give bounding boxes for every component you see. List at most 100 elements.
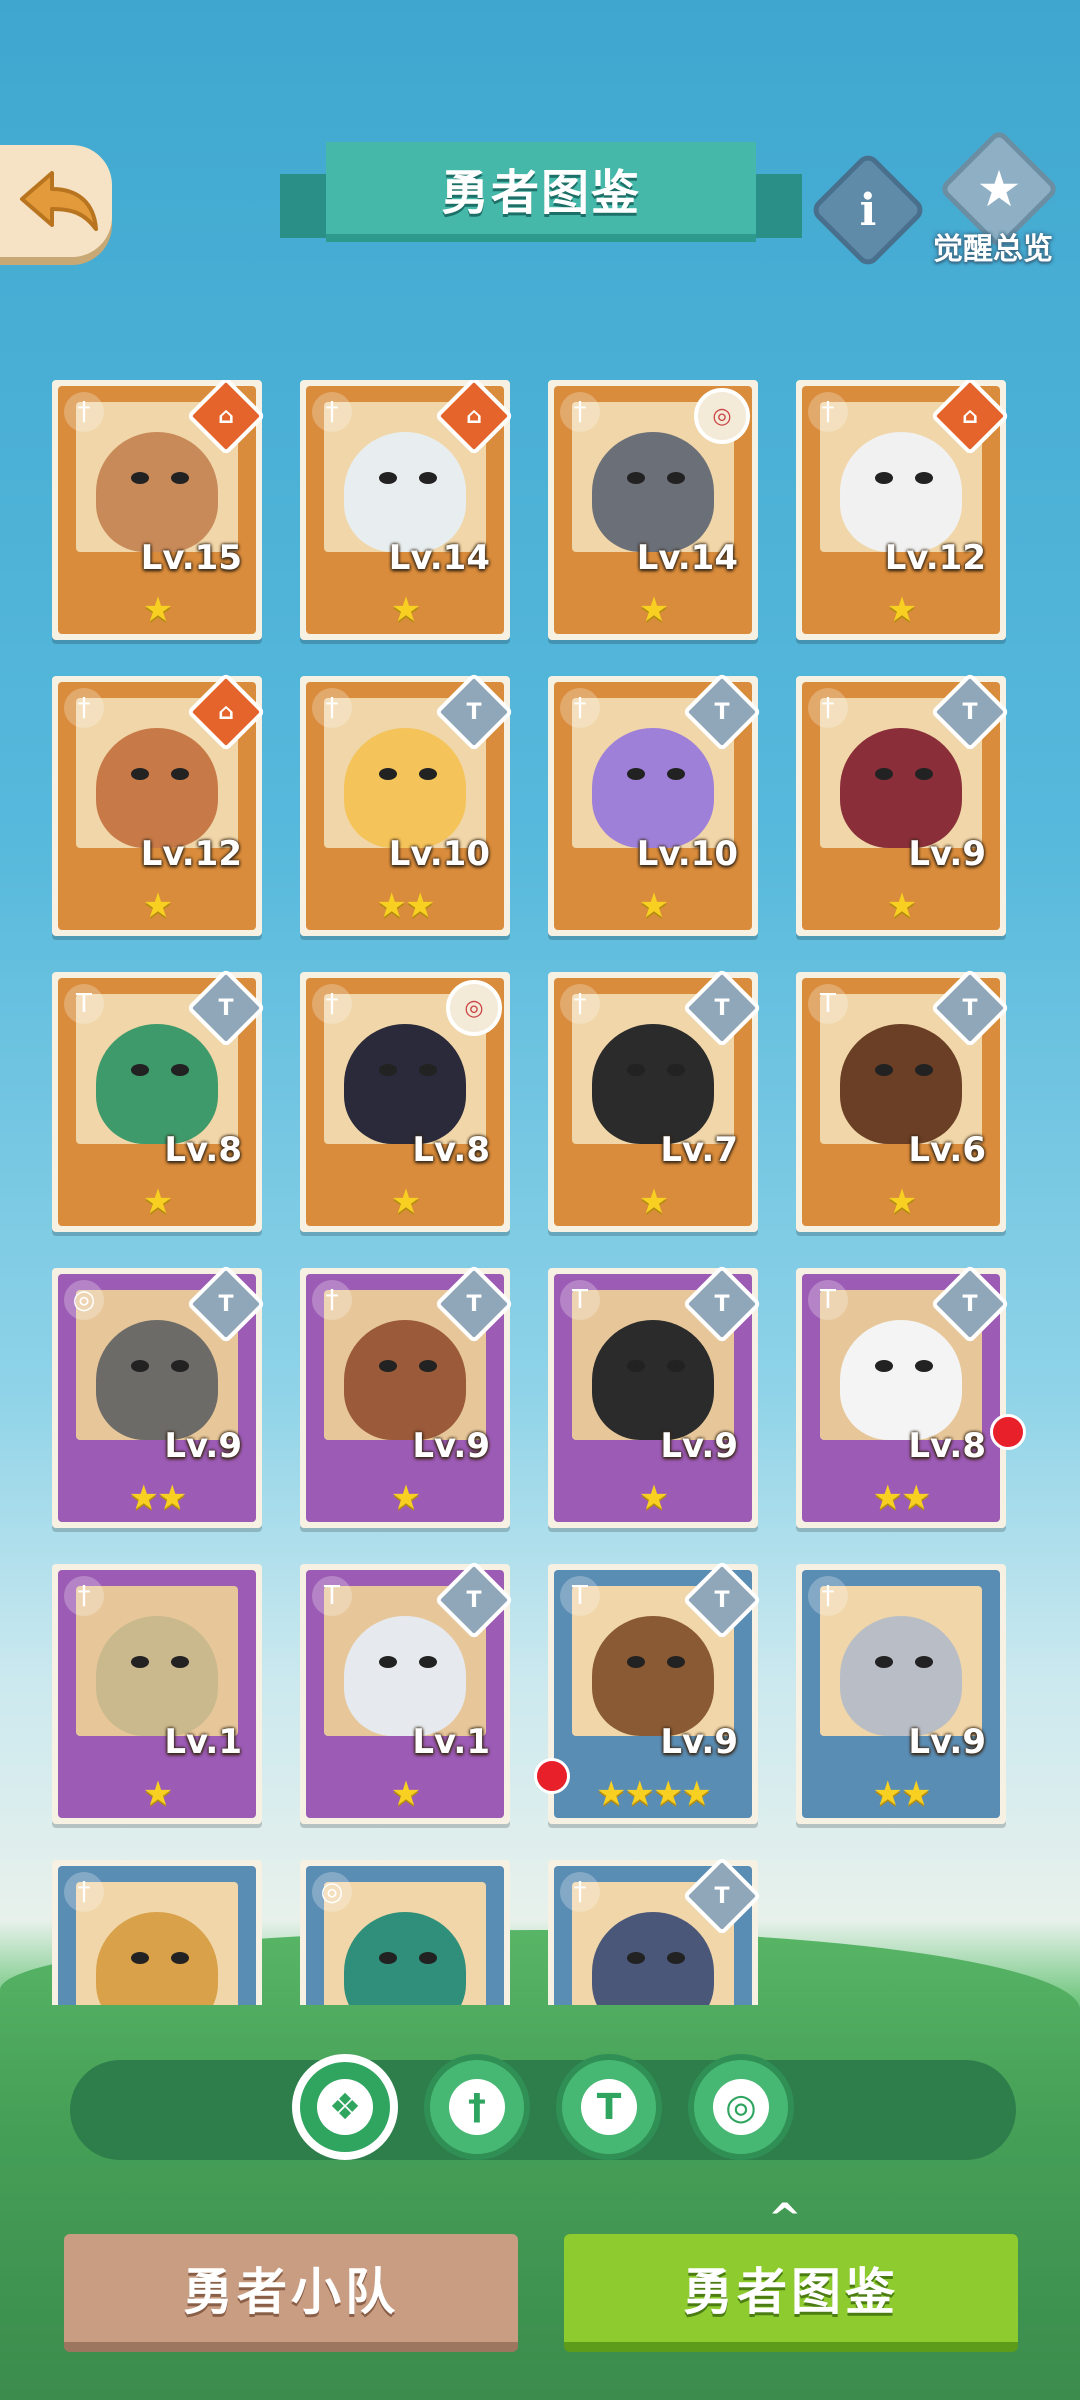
tab-hero-codex[interactable]: 勇者图鉴 xyxy=(564,2234,1018,2352)
hero-card[interactable]: ◎ T Lv.9 ★★ xyxy=(52,1264,266,1528)
hero-card[interactable]: † ⌂ Lv.14 ★ xyxy=(300,380,514,640)
card-frame: † T Lv.9 ★ xyxy=(802,672,1010,930)
hero-card[interactable]: † Lv.9 ★★ xyxy=(796,1564,1006,1824)
sword-icon: † xyxy=(808,1576,848,1616)
info-icon: i xyxy=(859,184,877,236)
hammer-icon: T xyxy=(560,1576,600,1616)
hammer-icon: T xyxy=(808,1280,848,1320)
hero-portrait xyxy=(76,1586,238,1736)
card-frame: † xyxy=(58,1866,256,2005)
hero-card[interactable]: † T Lv.9 ★ xyxy=(300,1264,514,1528)
hero-card[interactable]: T T Lv.1 ★ xyxy=(300,1560,514,1824)
card-frame: ◎ T Lv.9 ★★ xyxy=(58,1264,266,1522)
hammer-icon: T xyxy=(64,984,104,1024)
hero-level: Lv.6 xyxy=(908,1130,986,1170)
hero-card[interactable]: † T Lv.10 ★★ xyxy=(300,672,514,936)
filter-all-button[interactable]: ❖ xyxy=(292,2054,398,2160)
hero-level: Lv.14 xyxy=(388,538,490,578)
hero-stars: ★ xyxy=(390,1478,421,1518)
hero-card[interactable]: T T Lv.8 ★ xyxy=(52,968,266,1232)
hero-stars: ★ xyxy=(390,590,421,630)
sword-icon: † xyxy=(312,1280,352,1320)
hero-card[interactable]: † ◎ Lv.14 ★ xyxy=(548,380,758,640)
card-frame: † T xyxy=(554,1856,762,2005)
hero-level: Lv.1 xyxy=(412,1722,490,1762)
tab-hero-team[interactable]: 勇者小队 xyxy=(64,2234,518,2352)
hero-level: Lv.9 xyxy=(660,1426,738,1466)
title-banner: 勇者图鉴 xyxy=(280,142,802,242)
sword-icon: † xyxy=(312,984,352,1024)
hero-stars: ★ xyxy=(142,1774,173,1814)
card-frame: ◎ xyxy=(306,1866,504,2005)
hero-card[interactable]: ◎ xyxy=(300,1860,510,2005)
hero-level: Lv.14 xyxy=(636,538,738,578)
hero-stars: ★★★★ xyxy=(596,1774,712,1814)
hero-stars: ★ xyxy=(638,1478,669,1518)
sword-icon: † xyxy=(312,392,352,432)
hero-card[interactable]: † T Lv.9 ★ xyxy=(796,672,1010,936)
card-frame: T T Lv.9 ★ xyxy=(554,1264,762,1522)
hammer-icon: T xyxy=(312,1576,352,1616)
hero-card[interactable]: † Lv.1 ★ xyxy=(52,1564,262,1824)
hero-stars: ★★ xyxy=(376,886,436,926)
hero-card[interactable]: † ◎ Lv.8 ★ xyxy=(300,972,510,1232)
hammer-icon: T xyxy=(808,984,848,1024)
hero-card[interactable]: † ⌂ Lv.12 ★ xyxy=(52,672,266,936)
hero-grid: † ⌂ Lv.15 ★ † ⌂ Lv.14 ★ † ◎ Lv.14 ★ † ⌂ Lv.12 ★ † ⌂ Lv.12 ★… xyxy=(52,380,1032,2005)
card-frame: † ⌂ Lv.14 ★ xyxy=(306,380,514,634)
hero-card[interactable]: T T Lv.9 ★ xyxy=(548,1264,762,1528)
sword-icon: † xyxy=(449,2079,505,2135)
filter-bar xyxy=(70,2060,1016,2160)
hero-card[interactable]: T T Lv.9 ★★★★ xyxy=(548,1560,762,1824)
card-frame: † T Lv.10 ★ xyxy=(554,672,762,930)
notification-dot xyxy=(990,1414,1026,1450)
hero-level: Lv.9 xyxy=(908,834,986,874)
hero-card[interactable]: T T Lv.6 ★ xyxy=(796,968,1010,1232)
hero-card[interactable]: † T Lv.10 ★ xyxy=(548,672,762,936)
hero-stars: ★ xyxy=(886,1182,917,1222)
compass-icon: ◎ xyxy=(446,980,502,1036)
sword-icon: † xyxy=(808,392,848,432)
hero-level: Lv.12 xyxy=(140,834,242,874)
hero-stars: ★ xyxy=(390,1774,421,1814)
sword-icon: † xyxy=(560,392,600,432)
hero-card[interactable]: † xyxy=(52,1860,262,2005)
hero-card[interactable]: † T Lv.7 ★ xyxy=(548,968,762,1232)
filter-hammer-button[interactable]: T xyxy=(556,2054,662,2160)
card-frame: † ◎ Lv.8 ★ xyxy=(306,978,504,1226)
hammer-icon: T xyxy=(560,1280,600,1320)
card-frame: T T Lv.9 ★★★★ xyxy=(554,1560,762,1818)
hero-card[interactable]: † ⌂ Lv.12 ★ xyxy=(796,380,1010,640)
filter-sword-button[interactable]: † xyxy=(424,2054,530,2160)
hero-level: Lv.9 xyxy=(412,1426,490,1466)
hero-stars: ★ xyxy=(638,590,669,630)
hero-card[interactable]: † ⌂ Lv.15 ★ xyxy=(52,380,266,640)
page-title: 勇者图鉴 xyxy=(326,142,756,242)
hero-stars: ★ xyxy=(142,1182,173,1222)
hero-level: Lv.8 xyxy=(908,1426,986,1466)
filter-compass-button[interactable]: ◎ xyxy=(688,2054,794,2160)
sword-icon: † xyxy=(560,984,600,1024)
hero-level: Lv.9 xyxy=(908,1722,986,1762)
hero-card[interactable]: T T Lv.8 ★★ xyxy=(796,1264,1010,1528)
card-frame: † Lv.1 ★ xyxy=(58,1570,256,1818)
hero-level: Lv.12 xyxy=(884,538,986,578)
card-frame: † ⌂ Lv.12 ★ xyxy=(802,380,1010,634)
hero-stars: ★ xyxy=(142,886,173,926)
hero-stars: ★★ xyxy=(872,1478,932,1518)
card-frame: † T Lv.9 ★ xyxy=(306,1264,514,1522)
sword-icon: † xyxy=(808,688,848,728)
hero-level: Lv.7 xyxy=(660,1130,738,1170)
compass-icon: ◎ xyxy=(64,1280,104,1320)
hero-level: Lv.15 xyxy=(140,538,242,578)
hero-level: Lv.8 xyxy=(164,1130,242,1170)
back-arrow-icon xyxy=(20,171,98,231)
back-button[interactable] xyxy=(0,145,112,257)
hero-stars: ★ xyxy=(886,886,917,926)
hero-level: Lv.10 xyxy=(636,834,738,874)
sword-icon: † xyxy=(64,688,104,728)
info-button[interactable]: i xyxy=(808,150,928,270)
awakening-overview-button[interactable]: ★ 觉醒总览 xyxy=(918,128,1068,270)
sword-icon: † xyxy=(64,392,104,432)
hero-card[interactable]: † T xyxy=(548,1856,762,2005)
